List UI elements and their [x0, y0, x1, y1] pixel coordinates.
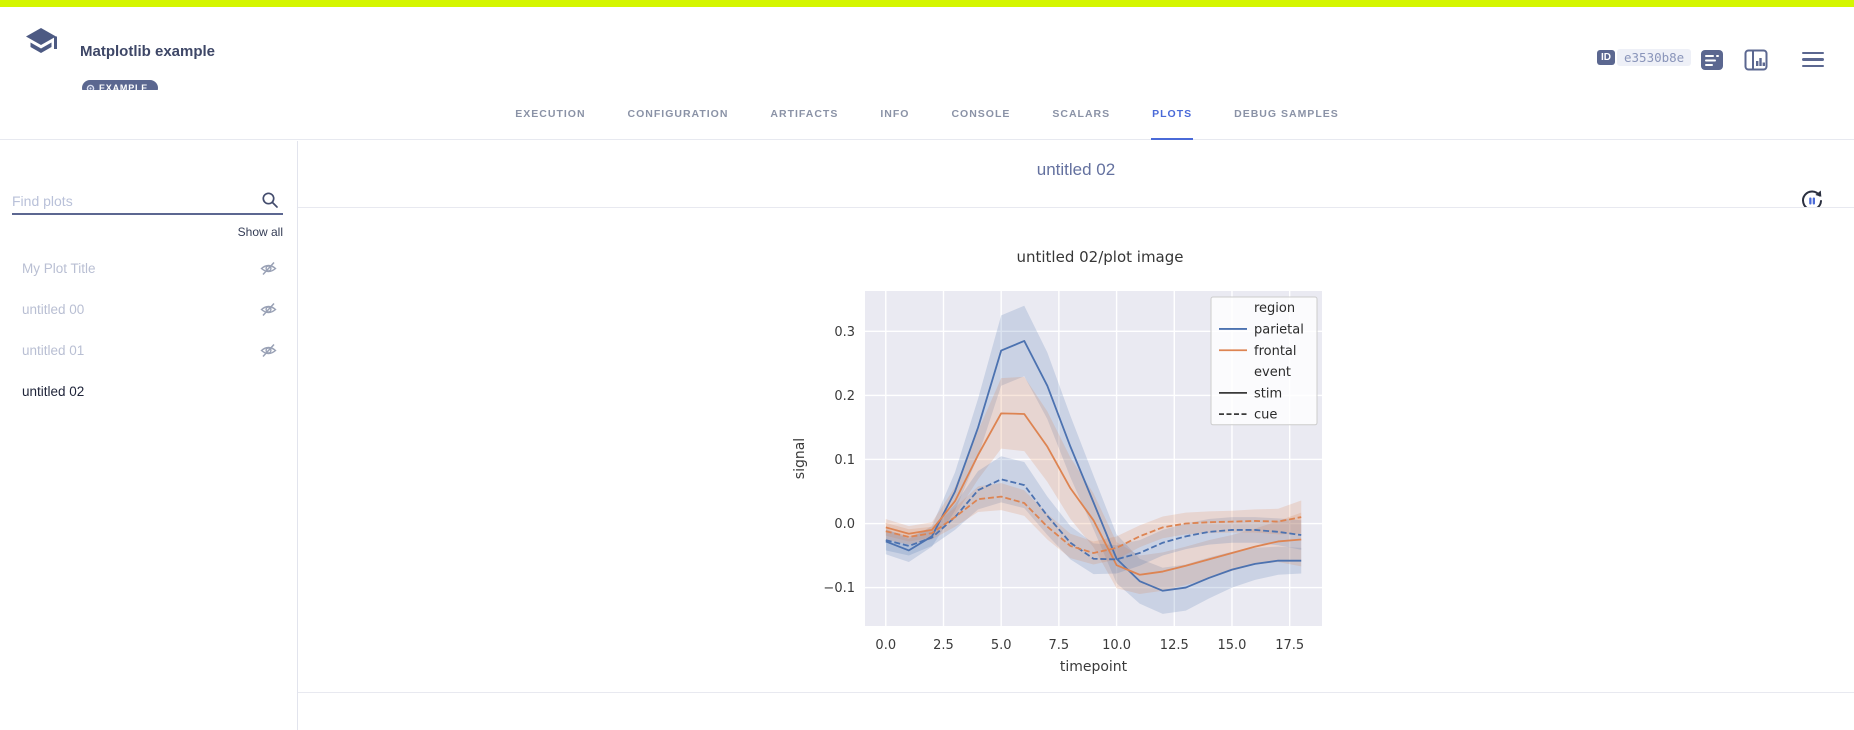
eye-off-icon[interactable]: [260, 342, 277, 364]
plot-image-chart[interactable]: untitled 02/plot image 0.3 0.2 0.1 0.0 −0.1 0.…: [770, 240, 1370, 690]
tab-artifacts[interactable]: ARTIFACTS: [769, 90, 839, 140]
svg-text:7.5: 7.5: [1049, 638, 1070, 653]
plots-sidebar: Show all My Plot Title untitled 00 untitle…: [0, 141, 298, 730]
plot-item-label: untitled 02: [22, 384, 84, 399]
find-plots-input[interactable]: [12, 189, 252, 213]
experiment-id-chip[interactable]: ID e3530b8e: [1597, 49, 1691, 66]
eye-off-icon[interactable]: [260, 301, 277, 323]
details-panel-icon[interactable]: [1700, 49, 1726, 71]
svg-text:2.5: 2.5: [933, 638, 954, 653]
svg-text:0.1: 0.1: [834, 453, 855, 468]
search-row: [12, 187, 283, 215]
svg-text:10.0: 10.0: [1102, 638, 1131, 653]
tab-bar: EXECUTION CONFIGURATION ARTIFACTS INFO CONSO…: [0, 90, 1854, 140]
x-axis-label: timepoint: [1060, 659, 1128, 675]
svg-text:0.2: 0.2: [834, 389, 855, 404]
tab-scalars[interactable]: SCALARS: [1051, 90, 1111, 140]
section-title: untitled 02: [298, 160, 1854, 180]
tab-execution[interactable]: EXECUTION: [514, 90, 586, 140]
id-tag: ID: [1597, 50, 1615, 65]
show-all-link[interactable]: Show all: [238, 225, 283, 239]
svg-text:0.0: 0.0: [834, 517, 855, 532]
project-logo-icon: [24, 27, 60, 66]
tab-debug-samples[interactable]: DEBUG SAMPLES: [1233, 90, 1340, 140]
plot-item-label: My Plot Title: [22, 261, 96, 276]
chart-title: untitled 02/plot image: [1016, 248, 1183, 266]
plot-item-label: untitled 00: [22, 302, 84, 317]
tab-configuration[interactable]: CONFIGURATION: [627, 90, 730, 140]
plot-list-item-untitled-02[interactable]: untitled 02: [0, 371, 297, 412]
tab-plots[interactable]: PLOTS: [1151, 90, 1193, 140]
plot-list: My Plot Title untitled 00 untitled 01 untit…: [0, 248, 297, 412]
tab-info[interactable]: INFO: [879, 90, 910, 140]
legend-label-parietal: parietal: [1254, 322, 1304, 337]
clearml-app: PUBLISHED Matplotlib example EXAMPLE ID …: [0, 0, 1854, 730]
split-view-chart-icon[interactable]: [1744, 49, 1770, 71]
id-value[interactable]: e3530b8e: [1617, 49, 1691, 66]
svg-text:0.3: 0.3: [834, 325, 855, 340]
chart-legend[interactable]: region parietal frontal event stim cue: [1211, 297, 1317, 425]
svg-text:12.5: 12.5: [1160, 638, 1189, 653]
tabs: EXECUTION CONFIGURATION ARTIFACTS INFO CONSO…: [0, 90, 1854, 140]
plot-list-item-my-plot-title[interactable]: My Plot Title: [0, 248, 297, 289]
svg-text:15.0: 15.0: [1218, 638, 1247, 653]
y-axis-label: signal: [792, 438, 808, 479]
plot-item-label: untitled 01: [22, 343, 84, 358]
svg-text:17.5: 17.5: [1275, 638, 1304, 653]
menu-icon[interactable]: [1802, 52, 1824, 67]
eye-off-icon[interactable]: [260, 260, 277, 282]
legend-label-stim: stim: [1254, 386, 1282, 401]
legend-label-cue: cue: [1254, 408, 1277, 423]
experiment-title: Matplotlib example: [80, 43, 215, 60]
legend-label-event: event: [1254, 365, 1291, 380]
svg-text:0.0: 0.0: [875, 638, 896, 653]
tab-console[interactable]: CONSOLE: [950, 90, 1011, 140]
plot-list-item-untitled-01[interactable]: untitled 01: [0, 330, 297, 371]
plot-list-item-untitled-00[interactable]: untitled 00: [0, 289, 297, 330]
header: Matplotlib example EXAMPLE ID e3530b8e: [0, 7, 1854, 90]
legend-label-region: region: [1254, 301, 1295, 316]
svg-text:5.0: 5.0: [991, 638, 1012, 653]
status-bar: [0, 0, 1854, 7]
search-icon[interactable]: [261, 191, 279, 214]
legend-label-frontal: frontal: [1254, 344, 1297, 359]
svg-text:−0.1: −0.1: [823, 581, 855, 596]
